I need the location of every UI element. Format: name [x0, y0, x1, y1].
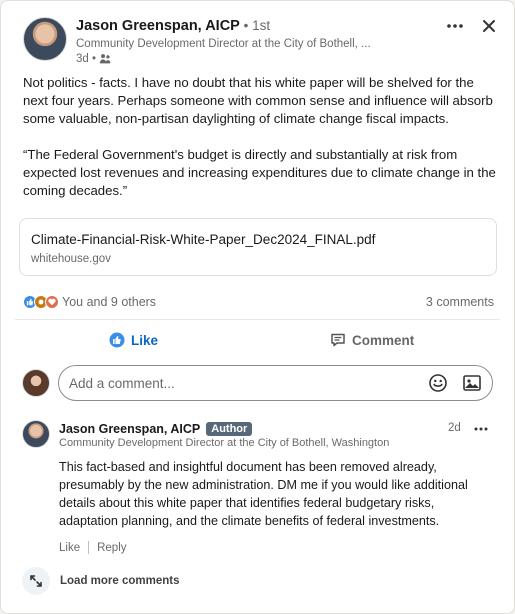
comment-like-button[interactable]: Like [59, 542, 80, 554]
divider [15, 319, 500, 320]
comment-author-row: Jason Greenspan, AICP Author [59, 422, 253, 436]
author-name[interactable]: Jason Greenspan, AICP [76, 18, 240, 34]
comment-text: This fact-based and insightful document … [59, 460, 468, 528]
image-icon[interactable] [462, 373, 482, 398]
author-badge: Author [206, 422, 253, 436]
more-icon[interactable] [444, 15, 466, 37]
connection-degree: • 1st [243, 18, 271, 33]
comment-button[interactable]: Comment [330, 327, 414, 353]
comment-reply-button[interactable]: Reply [97, 542, 126, 554]
comment-time: 2d [448, 422, 461, 434]
like-icon [109, 332, 125, 348]
reaction-icons[interactable] [23, 295, 59, 309]
close-icon[interactable] [478, 15, 500, 37]
current-user-avatar [22, 369, 50, 397]
post-paragraph-2: “The Federal Government's budget is dire… [23, 147, 496, 198]
comment-more-icon[interactable] [470, 418, 492, 440]
emoji-icon[interactable] [428, 373, 448, 398]
document-title[interactable]: Climate-Financial-Risk-White-Paper_Dec20… [31, 232, 375, 247]
comment-author-headline: Community Development Director at the Ci… [59, 437, 390, 449]
author-name-row[interactable]: Jason Greenspan, AICP • 1st [76, 18, 270, 34]
document-link-card[interactable]: Climate-Financial-Risk-White-Paper_Dec20… [19, 218, 497, 276]
comment-box-icons [428, 373, 482, 398]
post-card: Jason Greenspan, AICP • 1st Community De… [0, 0, 515, 614]
post-body: Not politics - facts. I have no doubt th… [23, 74, 499, 218]
comment-icon [331, 333, 345, 347]
comment-input[interactable] [69, 375, 409, 391]
reactions-summary[interactable]: You and 9 others [62, 295, 156, 309]
like-label: Like [131, 332, 159, 348]
document-source: whitehouse.gov [31, 253, 111, 265]
author-avatar[interactable] [23, 17, 67, 61]
post-paragraph-1: Not politics - facts. I have no doubt th… [23, 75, 493, 126]
post-header: Jason Greenspan, AICP • 1st Community De… [23, 15, 500, 67]
comment-actions: Like Reply [59, 541, 127, 554]
social-counts: You and 9 others 3 comments [23, 293, 494, 311]
comment-author-name[interactable]: Jason Greenspan, AICP [59, 422, 200, 436]
comment-author-avatar[interactable] [22, 420, 50, 448]
load-more-comments-button[interactable]: Load more comments [22, 567, 180, 595]
comment-input-box[interactable] [58, 365, 493, 401]
load-more-label: Load more comments [60, 575, 180, 587]
post-time: 3d • [76, 52, 97, 65]
comments-count[interactable]: 3 comments [426, 295, 494, 309]
audience-icon [99, 52, 112, 65]
post-meta: 3d • [76, 52, 112, 65]
header-actions [444, 15, 500, 37]
separator [88, 541, 90, 554]
author-headline: Community Development Director at the Ci… [76, 38, 371, 50]
expand-arrows-icon [22, 567, 50, 595]
comment-label: Comment [352, 332, 415, 348]
love-reaction-icon [45, 295, 59, 309]
like-button[interactable]: Like [109, 327, 158, 353]
